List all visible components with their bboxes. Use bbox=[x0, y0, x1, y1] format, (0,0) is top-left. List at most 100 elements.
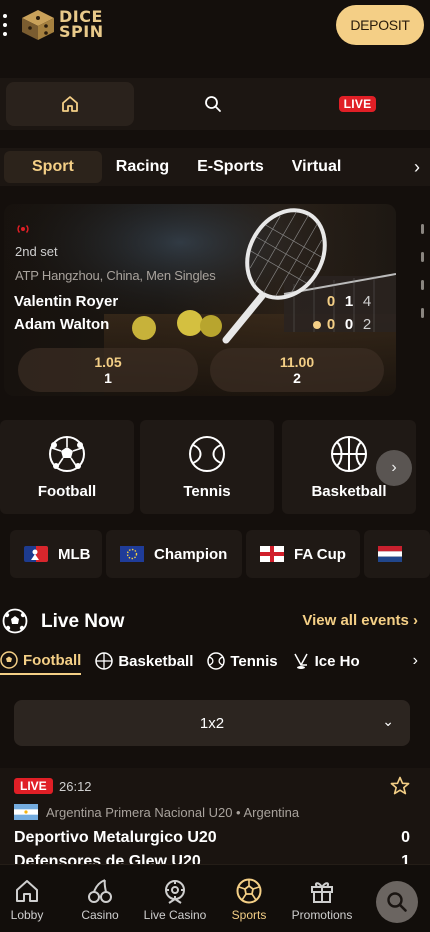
league-netherlands[interactable] bbox=[364, 530, 430, 578]
search-tab[interactable] bbox=[140, 78, 285, 130]
tab-racing[interactable]: Racing bbox=[102, 151, 183, 183]
odds-button-2[interactable]: 11.00 2 bbox=[210, 348, 384, 392]
menu-icon[interactable] bbox=[2, 14, 8, 36]
league-label: Argentina Primera Nacional U20 • Argenti… bbox=[46, 805, 300, 820]
tile-label: Tennis bbox=[183, 482, 231, 500]
player-1-name: Valentin Royer bbox=[14, 293, 119, 310]
carousel-indicator[interactable] bbox=[419, 224, 425, 334]
gift-icon bbox=[311, 882, 333, 903]
live-event-card[interactable]: LIVE 26:12 Argentina Primera Nacional U2… bbox=[0, 768, 430, 864]
filter-label: Tennis bbox=[230, 652, 278, 670]
match-clock: 26:12 bbox=[59, 779, 92, 794]
league-mlb[interactable]: MLB bbox=[10, 530, 102, 578]
nav-label: Casino bbox=[81, 908, 119, 922]
league-shortcuts: MLB Champion FA Cup bbox=[0, 530, 430, 578]
tab-esports[interactable]: E-Sports bbox=[183, 151, 278, 183]
nav-label: Lobby bbox=[10, 908, 44, 922]
odds-label: 2 bbox=[293, 369, 301, 386]
league-label: FA Cup bbox=[294, 545, 346, 563]
nav-promotions[interactable]: Promotions bbox=[286, 877, 358, 922]
live-tab[interactable]: LIVE bbox=[285, 78, 430, 130]
sport-tiles: Football Tennis Basketball › bbox=[0, 420, 430, 514]
nav-casino[interactable]: Casino bbox=[64, 877, 136, 922]
nav-label: Promotions bbox=[291, 908, 353, 922]
basketball-icon bbox=[95, 652, 114, 670]
serving-indicator bbox=[313, 321, 321, 329]
tab-sport[interactable]: Sport bbox=[4, 151, 102, 183]
england-flag-icon bbox=[260, 546, 284, 562]
filter-football[interactable]: Football bbox=[0, 647, 82, 675]
argentina-flag-icon bbox=[14, 804, 38, 820]
chevron-down-icon: ⌄ bbox=[382, 713, 394, 729]
category-tabs: Sport Racing E-Sports Virtual › bbox=[0, 148, 430, 186]
tile-label: Basketball bbox=[311, 482, 387, 500]
tile-label: Football bbox=[37, 482, 97, 500]
eu-flag-icon bbox=[120, 546, 144, 562]
home-tab[interactable] bbox=[6, 82, 134, 126]
live-badge: LIVE bbox=[14, 778, 53, 794]
tennis-ball-icon bbox=[189, 435, 225, 472]
tab-virtual[interactable]: Virtual bbox=[278, 151, 356, 183]
odds-value: 1.05 bbox=[94, 353, 122, 370]
football-icon bbox=[0, 651, 18, 669]
bottom-nav: Lobby Casino Live Casino Sports Promotio… bbox=[0, 864, 430, 932]
live-now-title: Live Now bbox=[41, 611, 125, 632]
tennis-ball-icon bbox=[207, 652, 226, 670]
app-root: DICE SPIN DEPOSIT LIVE Sport Racing E-Sp… bbox=[0, 0, 430, 932]
filter-ice-hockey[interactable]: Ice Ho bbox=[292, 647, 360, 675]
football-icon bbox=[236, 878, 262, 904]
league-champions[interactable]: Champion bbox=[106, 530, 242, 578]
player-2-scores: 0 0 2 bbox=[322, 316, 376, 333]
logo-line2: SPIN bbox=[59, 22, 104, 41]
home-icon bbox=[16, 880, 38, 902]
score-cell: 4 bbox=[362, 293, 372, 310]
odds-button-1[interactable]: 1.05 1 bbox=[18, 348, 198, 392]
tile-tennis[interactable]: Tennis bbox=[140, 420, 274, 514]
player-2-name: Adam Walton bbox=[14, 316, 110, 333]
nav-lobby[interactable]: Lobby bbox=[0, 877, 63, 922]
tile-football[interactable]: Football bbox=[0, 420, 134, 514]
basketball-icon bbox=[331, 435, 367, 472]
logo-text: DICE SPIN bbox=[59, 9, 104, 41]
featured-match-card[interactable]: 2nd set ATP Hangzhou, China, Men Singles… bbox=[4, 204, 396, 396]
chevron-right-icon[interactable]: › bbox=[376, 450, 412, 486]
football-icon bbox=[49, 435, 85, 472]
market-select[interactable]: 1x2 ⌄ bbox=[14, 700, 410, 746]
nav-sports[interactable]: Sports bbox=[213, 877, 285, 922]
deposit-button[interactable]: DEPOSIT bbox=[336, 5, 424, 45]
team-2-score: 1 bbox=[401, 853, 410, 864]
score-cell: 0 bbox=[326, 316, 336, 333]
live-sport-filter: Football Basketball Tennis Ice Ho › bbox=[0, 646, 430, 676]
score-cell: 0 bbox=[326, 293, 336, 310]
score-cell: 2 bbox=[362, 316, 372, 333]
nav-label: Live Casino bbox=[143, 908, 207, 922]
odds-label: 1 bbox=[104, 369, 112, 386]
set-label: 2nd set bbox=[15, 244, 58, 259]
search-icon bbox=[387, 892, 407, 912]
logo[interactable]: DICE SPIN bbox=[18, 6, 104, 42]
search-button[interactable] bbox=[376, 881, 418, 923]
player-1-scores: 0 1 4 bbox=[322, 293, 376, 310]
team-1-score: 0 bbox=[401, 829, 410, 846]
dice-logo-icon bbox=[22, 10, 54, 40]
team-1-name: Deportivo Metalurgico U20 bbox=[14, 829, 217, 846]
mlb-logo-icon bbox=[24, 546, 48, 562]
star-icon[interactable] bbox=[390, 776, 410, 796]
nav-live-casino[interactable]: Live Casino bbox=[139, 877, 211, 922]
top-header: DICE SPIN DEPOSIT bbox=[0, 0, 430, 50]
market-value: 1x2 bbox=[199, 714, 225, 732]
view-all-events-link[interactable]: View all events › bbox=[302, 612, 418, 629]
tournament-label: ATP Hangzhou, China, Men Singles bbox=[15, 268, 216, 283]
home-icon bbox=[62, 96, 78, 112]
filter-basketball[interactable]: Basketball bbox=[95, 647, 193, 675]
score-cell: 1 bbox=[344, 293, 354, 310]
ice-hockey-icon bbox=[293, 653, 308, 669]
search-icon bbox=[204, 96, 221, 112]
quick-nav: LIVE bbox=[0, 78, 430, 130]
view-all-label: View all events bbox=[302, 612, 409, 629]
filter-tennis[interactable]: Tennis bbox=[207, 647, 278, 675]
league-fa-cup[interactable]: FA Cup bbox=[246, 530, 360, 578]
chevron-right-icon[interactable]: › bbox=[414, 157, 420, 178]
chevron-right-icon[interactable]: › bbox=[413, 652, 418, 670]
cherries-icon bbox=[88, 879, 112, 903]
